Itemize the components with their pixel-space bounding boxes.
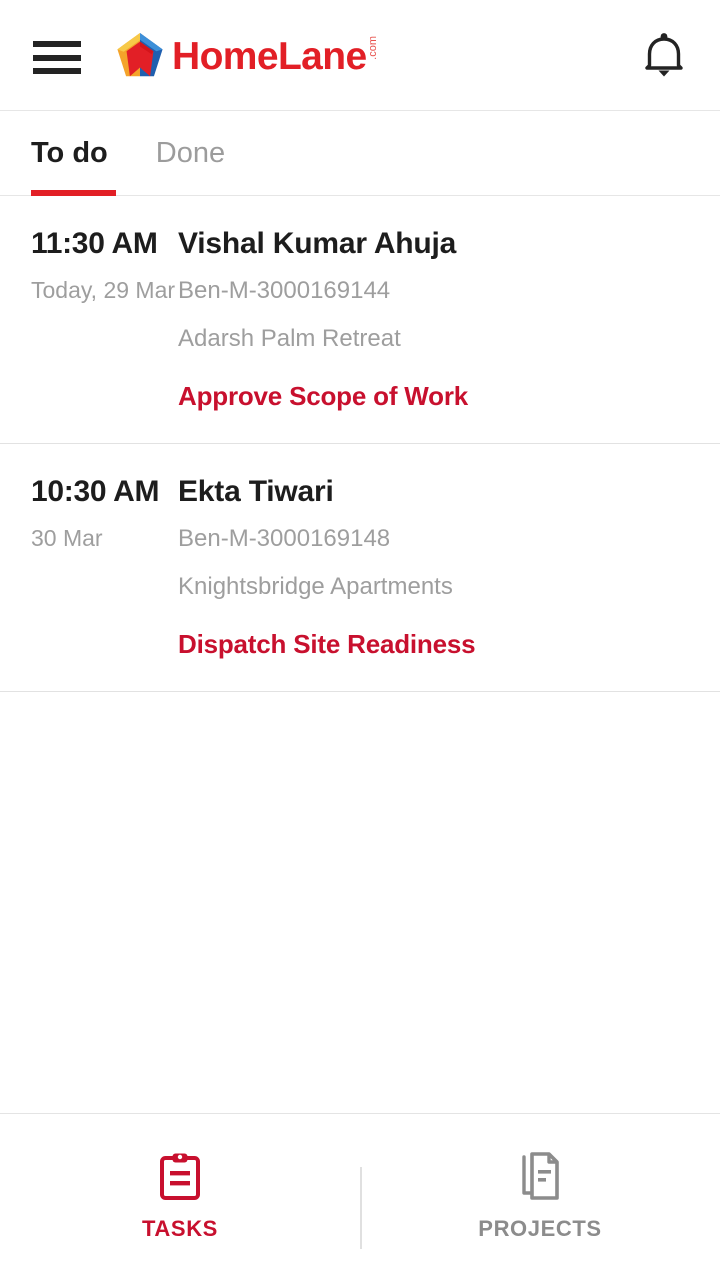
task-time: 10:30 AM [31, 475, 160, 508]
tab-to-do[interactable]: To do [31, 111, 116, 197]
task-reference-id: Ben-M-3000169144 [178, 277, 391, 304]
task-action-link[interactable]: Dispatch Site Readiness [178, 627, 700, 661]
task-schedule: 10:30 AM 30 Mar [0, 472, 178, 661]
task-list-item[interactable]: 11:30 AM Today, 29 Mar Vishal Kumar Ahuj… [0, 196, 720, 444]
task-property-name: Knightsbridge Apartments [178, 573, 453, 600]
task-list-item[interactable]: 10:30 AM 30 Mar Ekta Tiwari Ben-M-300016… [0, 444, 720, 692]
task-date: Today, 29 Mar [31, 277, 176, 303]
homelane-house-logo-icon [117, 33, 163, 77]
nav-item-tasks[interactable]: TASKS [0, 1114, 360, 1280]
app-root: HomeLane .com To do Done 11:30 AM Today,… [0, 0, 720, 1280]
hamburger-menu-icon[interactable] [33, 41, 81, 74]
bottom-nav-divider [360, 1167, 362, 1249]
task-status-tabs: To do Done [0, 111, 720, 197]
hamburger-bar [33, 41, 81, 47]
clipboard-icon [157, 1152, 203, 1200]
task-schedule: 11:30 AM Today, 29 Mar [0, 224, 178, 413]
brand-wordmark: HomeLane .com [172, 34, 379, 80]
task-details: Ekta Tiwari Ben-M-3000169148 Knightsbrid… [178, 472, 720, 661]
task-details: Vishal Kumar Ahuja Ben-M-3000169144 Adar… [178, 224, 720, 413]
nav-item-projects-label: PROJECTS [478, 1216, 602, 1241]
tab-done-label: Done [155, 137, 226, 169]
brand-tld: .com [366, 36, 379, 60]
tab-to-do-label: To do [31, 137, 108, 169]
task-action-link[interactable]: Approve Scope of Work [178, 379, 700, 413]
hamburger-bar [33, 54, 81, 61]
nav-item-projects[interactable]: PROJECTS [360, 1114, 720, 1280]
task-list: 11:30 AM Today, 29 Mar Vishal Kumar Ahuj… [0, 196, 720, 1113]
task-time: 11:30 AM [31, 227, 158, 260]
nav-item-tasks-label: TASKS [142, 1216, 218, 1241]
hamburger-bar [33, 68, 81, 74]
tab-done[interactable]: Done [156, 111, 225, 196]
brand-name: HomeLane [172, 35, 367, 78]
task-reference-id: Ben-M-3000169148 [178, 525, 391, 552]
bottom-navigation: TASKS PROJECTS [0, 1113, 720, 1280]
task-customer-name: Ekta Tiwari [178, 475, 334, 508]
brand-logo[interactable]: HomeLane .com [116, 30, 379, 84]
task-property-name: Adarsh Palm Retreat [178, 325, 401, 352]
task-date: 30 Mar [31, 525, 103, 551]
task-customer-name: Vishal Kumar Ahuja [178, 227, 457, 260]
notification-bell-icon[interactable] [636, 28, 692, 84]
app-header: HomeLane .com [0, 0, 720, 111]
documents-icon [517, 1152, 563, 1200]
